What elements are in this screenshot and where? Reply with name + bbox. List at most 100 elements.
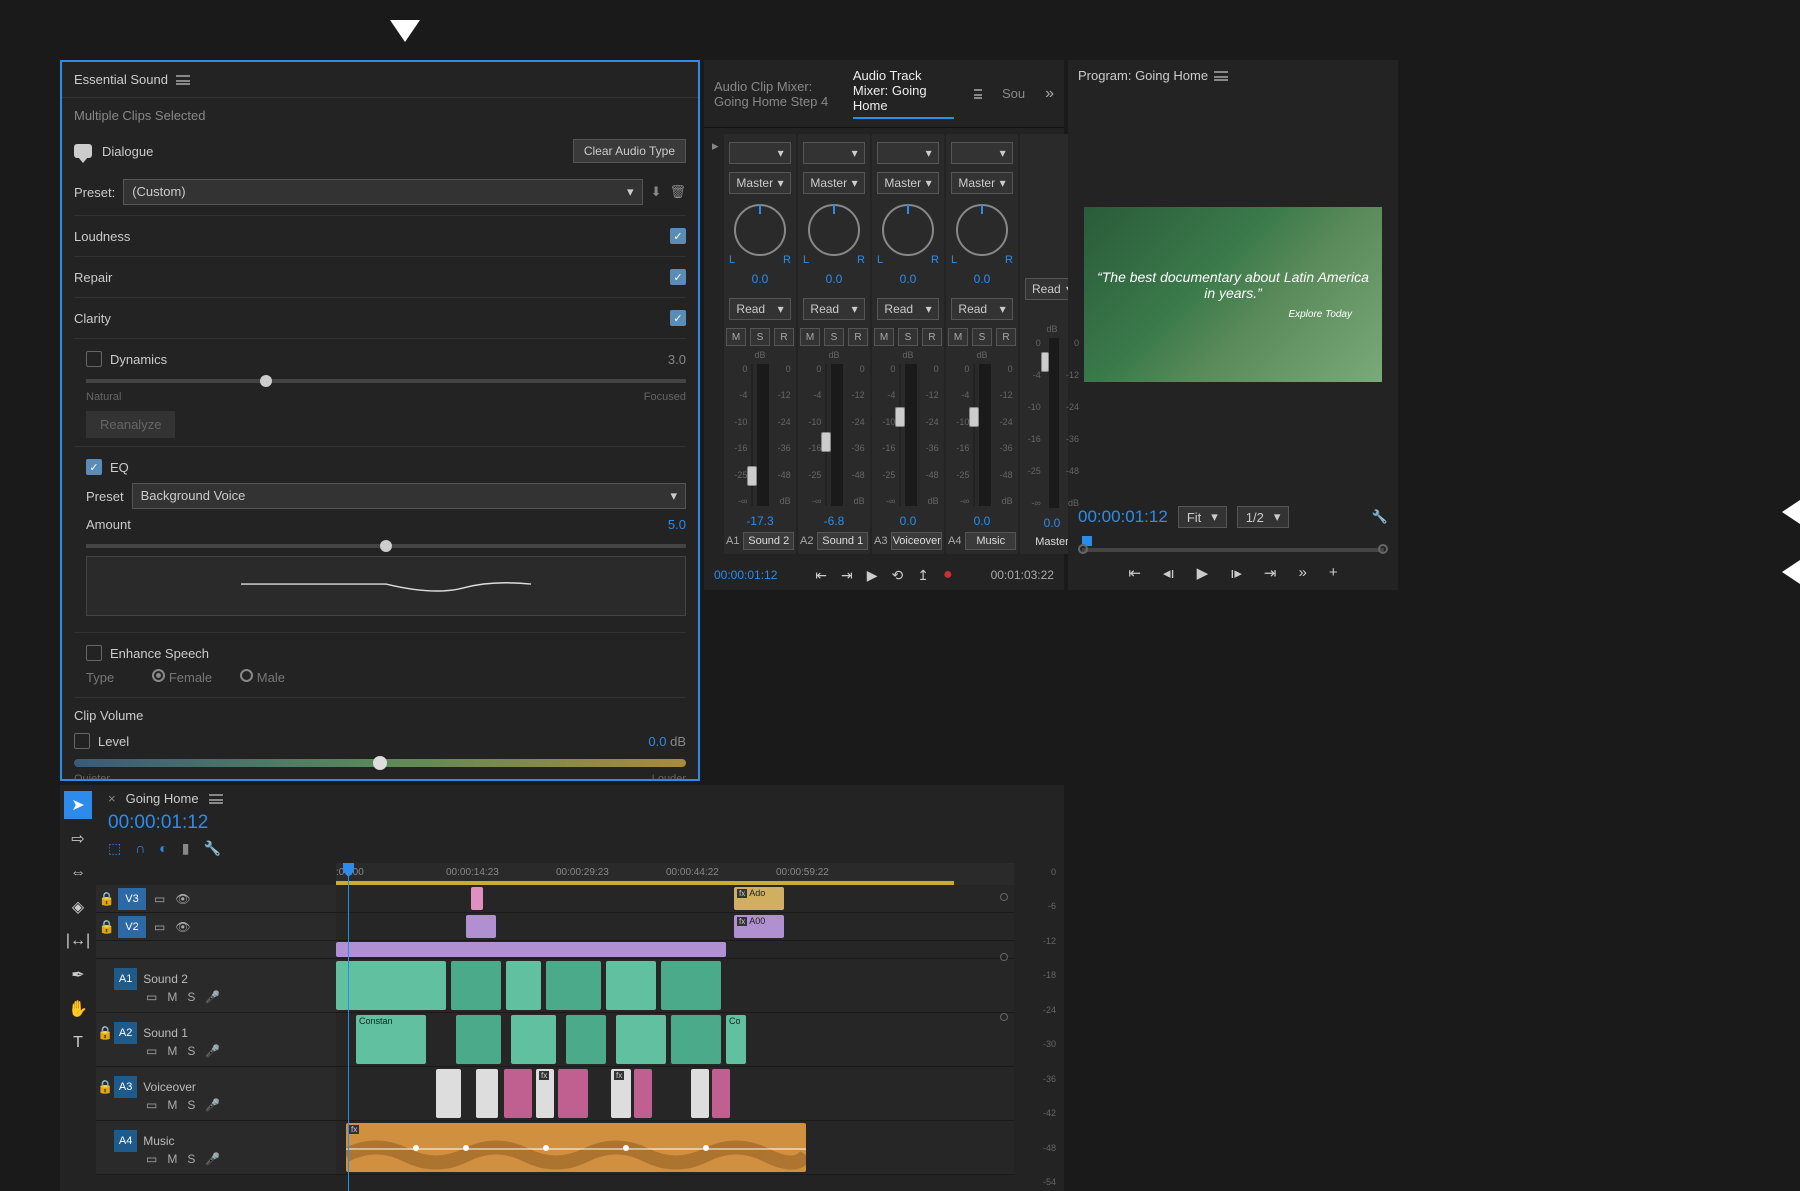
audio-clip[interactable] [476, 1069, 498, 1118]
track-lane-v2[interactable]: fxA00 [336, 913, 1014, 941]
track-id-v3[interactable]: V3 [118, 888, 146, 910]
track-name[interactable]: Sound 1 [137, 1026, 336, 1040]
audio-clip[interactable] [634, 1069, 652, 1118]
tab-audio-track-mixer[interactable]: Audio Track Mixer: Going Home [853, 68, 954, 119]
program-scrubber[interactable] [1078, 534, 1388, 558]
dynamics-slider[interactable] [86, 379, 686, 383]
voice-record-icon[interactable]: 🎤 [205, 1152, 220, 1166]
effect-slot-dropdown[interactable]: ▾ [951, 142, 1012, 164]
solo-button[interactable]: S [187, 1044, 195, 1058]
mark-in-icon[interactable]: ⇤ [1128, 564, 1141, 582]
voice-record-icon[interactable]: 🎤 [205, 1044, 220, 1058]
track-lane-v1[interactable] [336, 941, 1014, 959]
enhance-speech-checkbox[interactable] [86, 645, 102, 661]
linked-selection-icon[interactable]: ◐ [159, 840, 167, 857]
mute-button[interactable]: M [800, 328, 820, 346]
effect-slot-dropdown[interactable]: ▾ [877, 142, 938, 164]
eq-preset-dropdown[interactable]: Background Voice▾ [132, 483, 686, 509]
record-icon[interactable]: ● [943, 566, 953, 584]
audio-clip[interactable] [558, 1069, 588, 1118]
voice-record-icon[interactable]: 🎤 [205, 990, 220, 1004]
mute-button[interactable]: M [167, 1044, 177, 1058]
solo-button[interactable]: S [972, 328, 992, 346]
delete-preset-icon[interactable]: 🗑 [669, 184, 686, 200]
solo-button[interactable]: S [824, 328, 844, 346]
amount-value[interactable]: 5.0 [668, 517, 686, 532]
track-name[interactable]: Voiceover [137, 1080, 336, 1094]
video-clip[interactable] [471, 887, 483, 910]
audio-clip[interactable] [451, 961, 501, 1010]
solo-button[interactable]: S [187, 1098, 195, 1112]
track-id-a3[interactable]: A3 [114, 1076, 137, 1098]
audio-clip[interactable]: Constan [356, 1015, 426, 1064]
marker-icon[interactable]: ▮ [182, 840, 190, 857]
add-marker-icon[interactable]: + [1329, 564, 1338, 582]
level-slider[interactable] [74, 759, 686, 767]
selection-tool-icon[interactable]: ➤ [64, 791, 92, 819]
pan-knob[interactable]: LR [951, 204, 1013, 266]
repair-section-header[interactable]: Repair ✓ [74, 257, 686, 298]
toggle-eye-icon[interactable]: 👁 [175, 920, 190, 934]
audio-clip[interactable] [566, 1015, 606, 1064]
insert-mode-icon[interactable]: ⬚ [108, 840, 121, 857]
panel-menu-icon[interactable] [974, 89, 982, 99]
audio-clip[interactable] [504, 1069, 532, 1118]
mute-button[interactable]: M [167, 990, 177, 1004]
audio-clip[interactable] [691, 1069, 709, 1118]
settings-wrench-icon[interactable]: 🔧 [1372, 509, 1388, 525]
video-clip[interactable]: fxA00 [734, 915, 784, 938]
audio-clip[interactable]: Co [726, 1015, 746, 1064]
scroll-marker[interactable] [1000, 1013, 1008, 1021]
save-preset-icon[interactable]: ⬇ [651, 184, 662, 200]
voice-record-icon[interactable]: 🎤 [205, 1098, 220, 1112]
mark-out-icon[interactable]: ⇥ [1264, 564, 1277, 582]
panel-menu-icon[interactable] [176, 75, 190, 85]
close-sequence-icon[interactable]: × [108, 791, 116, 806]
automation-mode-dropdown[interactable]: Read▾ [951, 298, 1012, 320]
output-dropdown[interactable]: Master▾ [951, 172, 1012, 194]
track-lane-a4[interactable]: fx [336, 1121, 1014, 1175]
female-radio[interactable] [152, 669, 165, 682]
snap-icon[interactable]: ∩ [135, 840, 145, 857]
tab-source-truncated[interactable]: Sou [1002, 86, 1025, 101]
program-video-frame[interactable]: “The best documentary about Latin Americ… [1084, 207, 1382, 382]
step-back-icon[interactable]: ◂ı [1163, 564, 1175, 582]
effect-slot-dropdown[interactable]: ▾ [729, 142, 790, 164]
track-id-a1[interactable]: A1 [114, 968, 137, 990]
track-id-a2[interactable]: A2 [114, 1022, 137, 1044]
mute-button[interactable]: M [726, 328, 746, 346]
level-checkbox[interactable] [74, 733, 90, 749]
audio-clip[interactable] [606, 961, 656, 1010]
timeline-tracks-area[interactable]: :00:00 00:00:14:23 00:00:29:23 00:00:44:… [336, 863, 1014, 1191]
overflow-chevrons-icon[interactable]: » [1045, 85, 1054, 103]
volume-fader[interactable] [751, 364, 752, 506]
track-lane-a2[interactable]: Constan Co [336, 1013, 1014, 1067]
tab-audio-clip-mixer[interactable]: Audio Clip Mixer: Going Home Step 4 [714, 79, 833, 109]
dynamics-checkbox[interactable] [86, 351, 102, 367]
toggle-output-icon[interactable]: ▭ [146, 990, 157, 1004]
amount-slider[interactable] [86, 544, 686, 548]
preset-dropdown[interactable]: (Custom)▾ [123, 179, 642, 205]
volume-fader[interactable] [973, 364, 974, 506]
razor-tool-icon[interactable]: ◈ [64, 893, 92, 921]
automation-mode-dropdown[interactable]: Read▾ [803, 298, 864, 320]
loop-icon[interactable]: ⟲ [892, 567, 904, 584]
track-id-a4[interactable]: A4 [114, 1130, 137, 1152]
track-id-v2[interactable]: V2 [118, 916, 146, 938]
mute-button[interactable]: M [167, 1152, 177, 1166]
solo-button[interactable]: S [750, 328, 770, 346]
video-clip[interactable] [466, 915, 496, 938]
export-icon[interactable]: ↥ [917, 567, 929, 584]
channel-name-input[interactable]: Music [965, 532, 1016, 550]
track-name[interactable]: Sound 2 [137, 972, 336, 986]
pan-knob[interactable]: LR [877, 204, 939, 266]
mute-button[interactable]: M [874, 328, 894, 346]
loudness-checkbox[interactable]: ✓ [670, 228, 686, 244]
sequence-name[interactable]: Going Home [126, 791, 199, 806]
zoom-fit-dropdown[interactable]: Fit▾ [1178, 506, 1227, 528]
audio-clip[interactable] [336, 961, 446, 1010]
toggle-output-icon[interactable]: ▭ [154, 920, 165, 934]
clarity-section-header[interactable]: Clarity ✓ [74, 298, 686, 339]
volume-fader[interactable] [899, 364, 900, 506]
output-dropdown[interactable]: Master▾ [877, 172, 938, 194]
